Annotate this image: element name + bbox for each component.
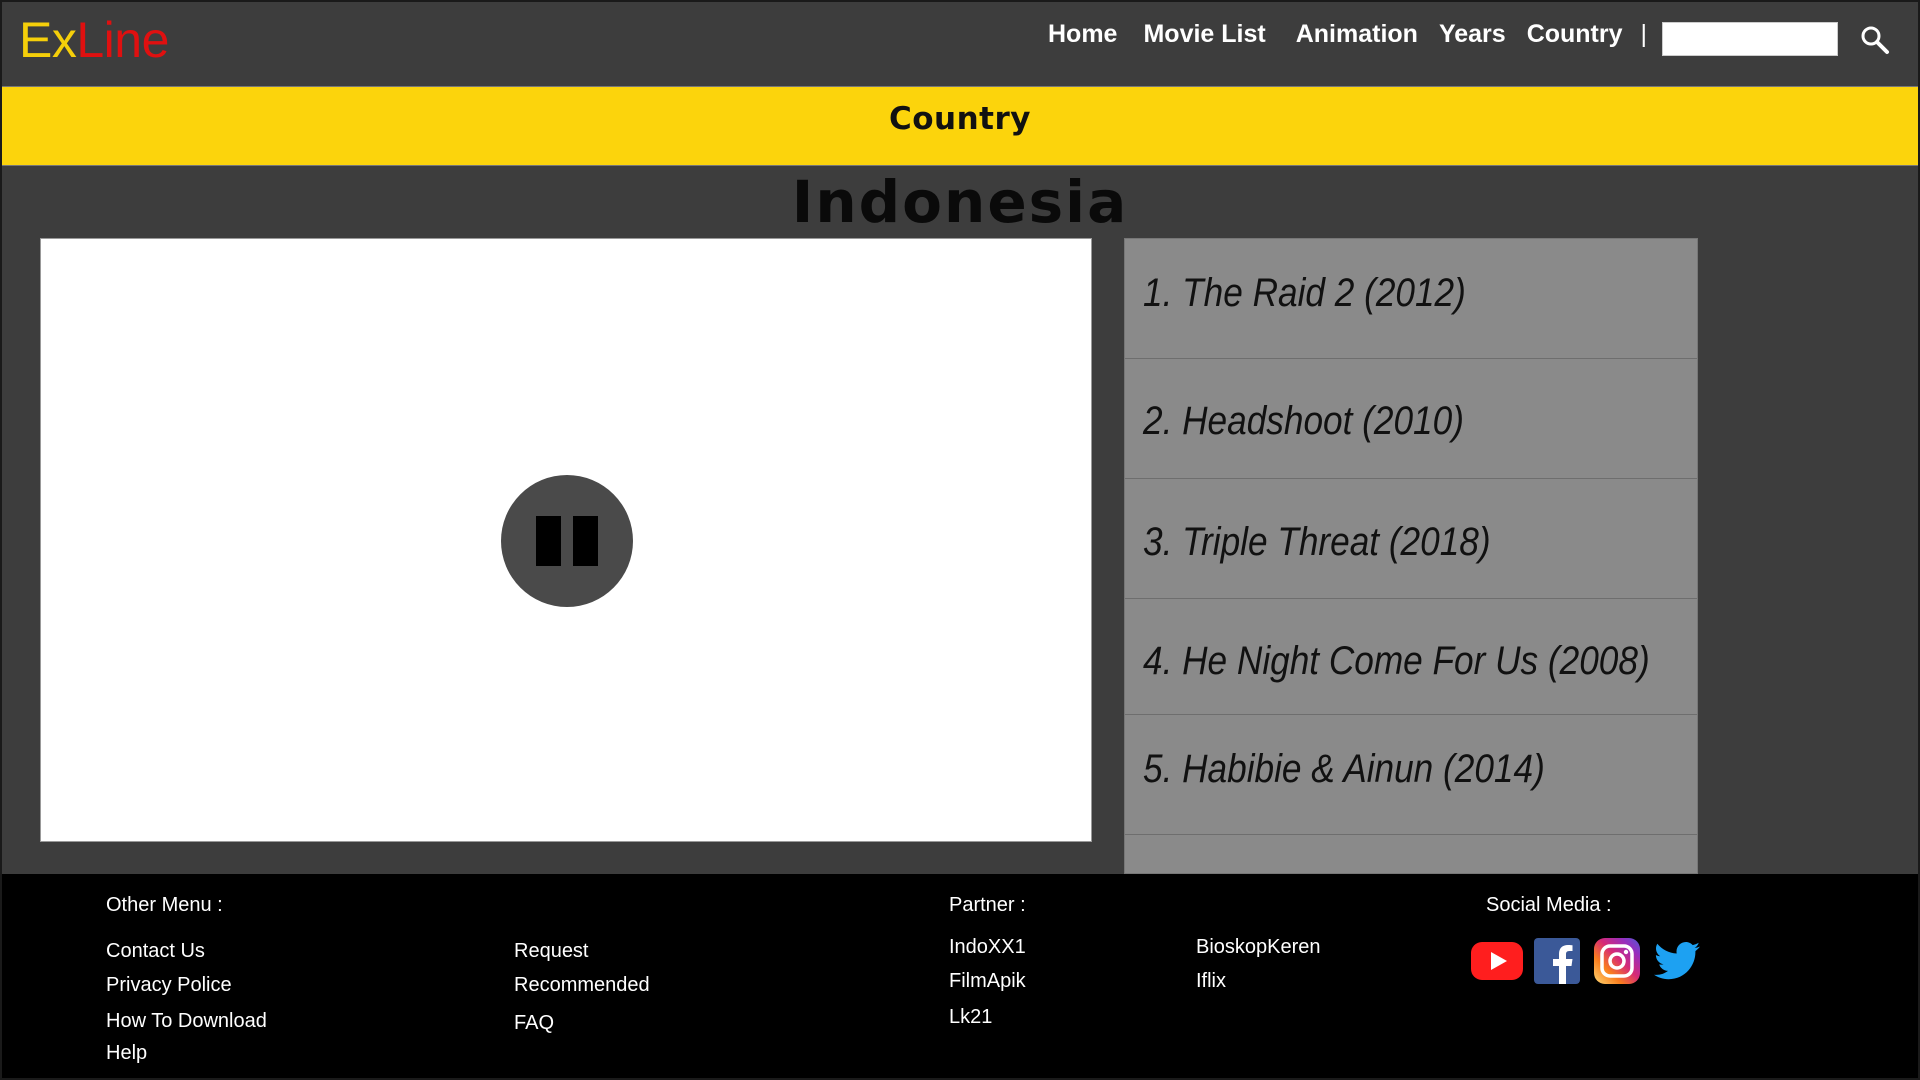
pause-icon-bar-right [573,516,598,566]
footer-partner-lk21[interactable]: Lk21 [949,1006,992,1029]
facebook-icon[interactable] [1534,938,1580,984]
footer: Other Menu : Contact Us Privacy Police H… [2,874,1918,1078]
movie-list: 1. The Raid 2 (2012) 2. Headshoot (2010)… [1124,238,1698,874]
movie-list-item-empty [1125,835,1697,873]
movie-list-item[interactable]: 4. He Night Come For Us (2008) [1125,599,1697,715]
footer-link-faq[interactable]: FAQ [514,1012,554,1035]
section-band: Country [2,86,1918,166]
nav-country[interactable]: Country [1527,20,1623,49]
movie-list-item[interactable]: 5. Habibie & Ainun (2014) [1125,715,1697,835]
nav-home[interactable]: Home [1048,20,1117,49]
search-input[interactable] [1662,22,1838,56]
movie-list-item[interactable]: 1. The Raid 2 (2012) [1125,239,1697,359]
pause-icon-bar-left [536,516,561,566]
nav-movie-list[interactable]: Movie List [1143,20,1265,49]
footer-partner-filmapik[interactable]: FilmApik [949,970,1026,993]
footer-link-recommended[interactable]: Recommended [514,974,650,997]
movie-list-item[interactable]: 2. Headshoot (2010) [1125,359,1697,479]
movie-title: 1. The Raid 2 (2012) [1143,271,1466,315]
search-icon [1861,26,1889,54]
footer-partner-indoxx1[interactable]: IndoXX1 [949,936,1026,959]
main-nav: Home Movie List Animation Years Country … [1048,20,1661,49]
footer-partner-iflix[interactable]: Iflix [1196,970,1226,993]
nav-years[interactable]: Years [1439,20,1506,49]
nav-animation[interactable]: Animation [1296,20,1418,49]
footer-partner-label: Partner : [949,894,1026,916]
footer-link-privacy[interactable]: Privacy Police [106,974,232,997]
instagram-icon[interactable] [1594,938,1640,984]
search-button[interactable] [1859,24,1891,56]
video-player[interactable] [40,238,1092,842]
footer-link-help[interactable]: Help [106,1042,147,1065]
site-logo[interactable]: ExLine [19,12,169,68]
footer-link-contact-us[interactable]: Contact Us [106,940,205,963]
movie-title: 3. Triple Threat (2018) [1143,520,1491,564]
band-title: Country [888,101,1031,137]
logo-line-text: Line [76,12,169,68]
movie-title: 4. He Night Come For Us (2008) [1143,639,1650,683]
movie-list-item[interactable]: 3. Triple Threat (2018) [1125,479,1697,599]
top-header: ExLine Home Movie List Animation Years C… [2,2,1918,86]
footer-other-menu-label: Other Menu : [106,894,223,916]
footer-link-request[interactable]: Request [514,940,589,963]
footer-partner-bioskopkeren[interactable]: BioskopKeren [1196,936,1321,959]
movie-title: 5. Habibie & Ainun (2014) [1143,747,1545,791]
movie-title: 2. Headshoot (2010) [1143,399,1464,443]
page-frame: ExLine Home Movie List Animation Years C… [0,0,1920,1080]
nav-separator: | [1640,20,1648,48]
logo-ex-text: Ex [19,12,77,68]
twitter-icon[interactable] [1654,942,1700,980]
footer-social-label: Social Media : [1486,894,1612,916]
youtube-icon[interactable] [1470,940,1524,982]
footer-link-how-to-download[interactable]: How To Download [106,1010,267,1033]
page-title: Indonesia [791,168,1129,236]
pause-button[interactable] [501,475,633,607]
